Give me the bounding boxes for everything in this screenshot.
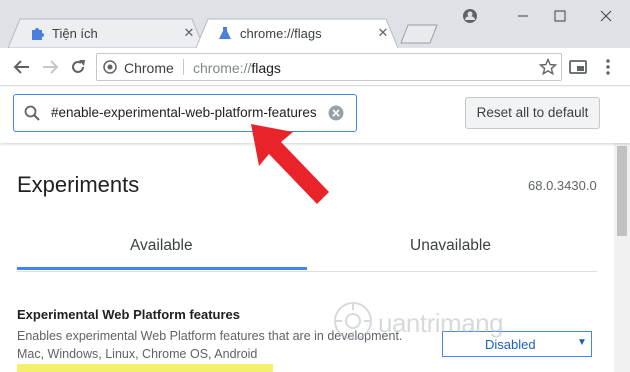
url-text: chrome://flags [193, 60, 281, 76]
experiment-anchor-highlight[interactable] [17, 364, 273, 372]
page-title: Experiments [17, 172, 140, 197]
address-bar[interactable]: Chrome chrome://flags [96, 53, 562, 81]
watermark: uantrimang [332, 300, 504, 347]
toolbar: Chrome chrome://flags [0, 48, 630, 86]
chrome-logo-icon [103, 60, 117, 74]
reload-icon[interactable] [68, 57, 88, 77]
tab-chrome-flags[interactable]: chrome://flags ✕ [196, 18, 398, 48]
close-icon[interactable]: ✕ [376, 26, 390, 40]
watermark-logo-icon [334, 302, 372, 340]
new-tab-button[interactable] [400, 24, 438, 44]
active-tab-indicator [17, 267, 307, 270]
tab-available[interactable]: Available [130, 237, 193, 255]
menu-icon[interactable] [598, 57, 618, 77]
scrollbar[interactable] [614, 143, 630, 372]
tab-title: Tiện ích [52, 26, 98, 41]
experiment-platforms: Mac, Windows, Linux, Chrome OS, Android [17, 347, 258, 361]
tab-tien-ich[interactable]: Tiện ích ✕ [8, 18, 204, 48]
maximize-icon[interactable] [545, 6, 575, 26]
window-close-icon[interactable] [591, 6, 621, 26]
selected-value: Disabled [485, 337, 536, 352]
flags-tabs: Available Unavailable [17, 224, 597, 272]
back-icon[interactable] [12, 57, 32, 77]
cast-icon[interactable] [568, 57, 588, 77]
version-label: 68.0.3430.0 [528, 178, 597, 193]
url-path: flags [251, 60, 281, 76]
close-icon[interactable]: ✕ [182, 26, 196, 40]
star-icon[interactable] [539, 58, 557, 76]
dropdown-arrow-icon: ▼ [577, 337, 587, 348]
search-icon [24, 105, 40, 121]
puzzle-icon [32, 28, 44, 40]
tab-strip: Tiện ích ✕ chrome://flags ✕ [0, 0, 630, 48]
minimize-icon[interactable] [508, 6, 538, 26]
reset-all-button[interactable]: Reset all to default [465, 97, 600, 129]
flask-icon [219, 27, 231, 39]
experiment-title: Experimental Web Platform features [17, 307, 240, 322]
annotation-arrow-icon [251, 124, 329, 204]
url-scheme: chrome:// [193, 60, 252, 76]
browser-window: Tiện ích ✕ chrome://flags ✕ Chrome chrom… [0, 0, 630, 372]
tab-title: chrome://flags [240, 26, 322, 41]
watermark-text: uantrimang [378, 308, 504, 338]
forward-icon[interactable] [40, 57, 60, 77]
site-chip: Chrome [124, 60, 174, 76]
profile-icon[interactable] [455, 6, 485, 26]
tab-unavailable[interactable]: Unavailable [410, 237, 491, 255]
scrollbar-thumb[interactable] [617, 146, 627, 236]
divider [183, 59, 184, 75]
